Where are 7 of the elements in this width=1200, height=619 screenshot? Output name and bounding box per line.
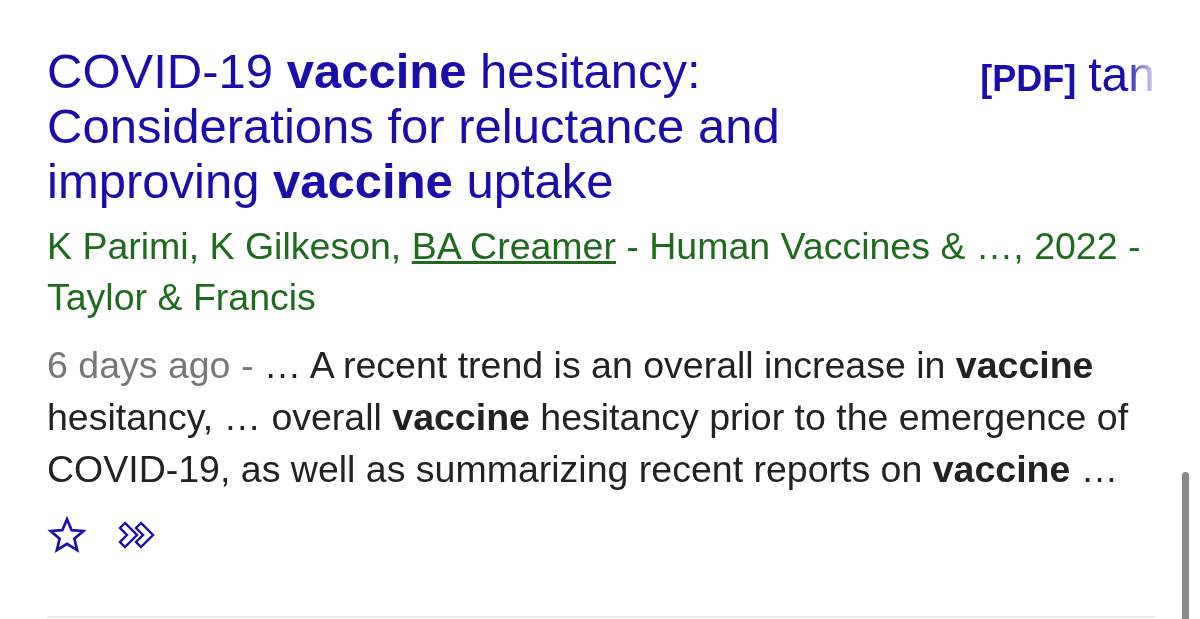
result-snippet: 6 days ago - … A recent trend is an overall increase in vaccine hesitancy, … overall vaccine hesitancy prior to the emergence of COVID-19, as well as summarizing recent reports on vaccine … [47, 343, 1130, 492]
scrollbar[interactable] [1182, 472, 1189, 619]
star-icon[interactable] [47, 515, 87, 555]
pdf-label[interactable]: [PDF] [980, 58, 1077, 100]
author-link[interactable]: BA Creamer [411, 225, 616, 267]
result-title-link[interactable]: COVID-19 vaccine hesitancy: Considerations for reluctance and improving vaccine uptake [47, 44, 837, 209]
authors-line: K Parimi, K Gilkeson, BA Creamer - Human Vaccines & …, 2022 - Taylor & Francis [47, 224, 1142, 320]
